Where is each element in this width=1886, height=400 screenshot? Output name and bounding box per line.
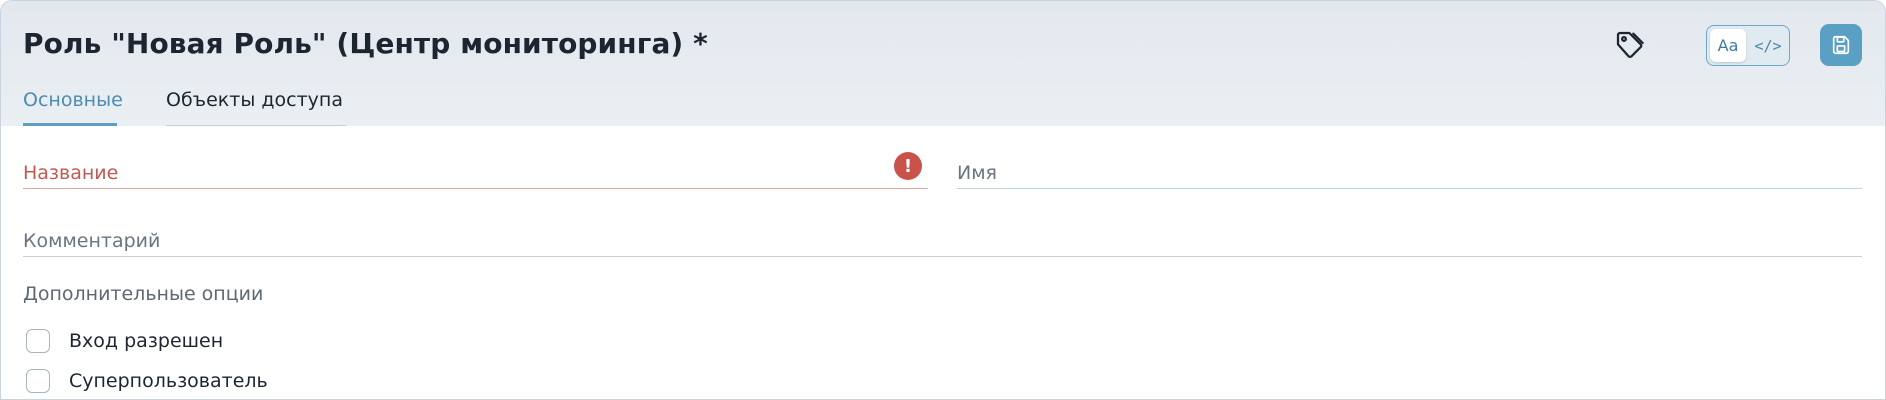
option-login-allowed[interactable]: Вход разрешен (26, 328, 223, 354)
login-allowed-checkbox[interactable] (26, 329, 50, 353)
login-allowed-label: Вход разрешен (69, 330, 224, 352)
tag-icon (1616, 31, 1644, 59)
view-mode-toggle: Aa </> (1706, 25, 1790, 66)
code-view-option[interactable]: </> (1750, 29, 1786, 62)
comment-field[interactable]: Комментарий (23, 217, 1862, 257)
option-superuser[interactable]: Суперпользователь (26, 368, 268, 394)
text-view-option[interactable]: Aa (1710, 29, 1746, 62)
options-title: Дополнительные опции (23, 283, 264, 305)
save-button[interactable] (1820, 24, 1862, 66)
tags-button[interactable] (1612, 27, 1648, 63)
ident-field-label: Имя (957, 162, 997, 184)
comment-field-label: Комментарий (23, 230, 161, 252)
page-title: Роль "Новая Роль" (Центр мониторинга) * (23, 27, 708, 60)
name-field-label: Название (23, 162, 119, 184)
editor-header: Роль "Новая Роль" (Центр мониторинга) * … (1, 1, 1885, 126)
role-editor-card: Роль "Новая Роль" (Центр мониторинга) * … (0, 0, 1886, 400)
ident-field[interactable]: Имя (957, 149, 1862, 189)
save-icon (1832, 35, 1850, 55)
tab-access-objects[interactable]: Объекты доступа (166, 89, 346, 126)
superuser-label: Суперпользователь (69, 370, 268, 392)
superuser-checkbox[interactable] (26, 369, 50, 393)
tab-main[interactable]: Основные (23, 89, 123, 126)
error-icon: ! (894, 152, 922, 180)
name-field[interactable]: Название (23, 149, 928, 189)
